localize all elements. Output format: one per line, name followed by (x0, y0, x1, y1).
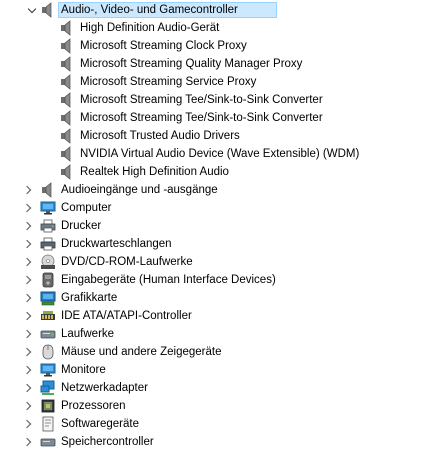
expand-arrow-icon[interactable] (22, 199, 33, 217)
tree-category-hid[interactable]: Eingabegeräte (Human Interface Devices) (0, 271, 439, 289)
tree-category-storage-controllers[interactable]: Speichercontroller (0, 433, 439, 451)
category-label: Mäuse und andere Zeigegeräte (61, 346, 222, 358)
speaker-icon (59, 38, 75, 54)
category-label: Monitore (61, 364, 106, 376)
display-adapter-icon (40, 290, 56, 306)
expand-arrow-icon[interactable] (22, 361, 33, 379)
tree-item-device[interactable]: Microsoft Streaming Quality Manager Prox… (0, 55, 439, 73)
device-label: Realtek High Definition Audio (80, 166, 229, 178)
category-label: Softwaregeräte (61, 418, 139, 430)
expand-arrow-icon[interactable] (22, 271, 33, 289)
speaker-icon (59, 20, 75, 36)
category-label: Audio-, Video- und Gamecontroller (61, 4, 238, 16)
tree-category-audio-inputs-outputs[interactable]: Audioeingänge und -ausgänge (0, 181, 439, 199)
category-label: Computer (61, 202, 112, 214)
device-label: Microsoft Streaming Tee/Sink-to-Sink Con… (80, 112, 323, 124)
tree-category-monitors[interactable]: Monitore (0, 361, 439, 379)
printer-icon (40, 236, 56, 252)
software-device-icon (40, 416, 56, 432)
printer-icon (40, 218, 56, 234)
ide-controller-icon (40, 308, 56, 324)
expand-arrow-icon[interactable] (22, 343, 33, 361)
tree-item-device[interactable]: Microsoft Trusted Audio Drivers (0, 127, 439, 145)
storage-controller-icon (40, 434, 56, 450)
expand-arrow-icon[interactable] (22, 307, 33, 325)
speaker-icon (59, 74, 75, 90)
category-label: Speichercontroller (61, 436, 154, 448)
category-label: Grafikkarte (61, 292, 118, 304)
speaker-icon (59, 128, 75, 144)
speaker-icon (40, 2, 56, 18)
tree-category-software-devices[interactable]: Softwaregeräte (0, 415, 439, 433)
network-adapter-icon (40, 380, 56, 396)
category-label: Druckwarteschlangen (61, 238, 172, 250)
speaker-icon (40, 182, 56, 198)
tree-category-processors[interactable]: Prozessoren (0, 397, 439, 415)
expand-arrow-icon[interactable] (22, 415, 33, 433)
device-label: Microsoft Streaming Tee/Sink-to-Sink Con… (80, 94, 323, 106)
tree-category-audio-video-game[interactable]: Audio-, Video- und Gamecontroller (0, 1, 439, 19)
device-tree: Audio-, Video- und Gamecontroller High D… (0, 0, 439, 448)
tree-category-mice[interactable]: Mäuse und andere Zeigegeräte (0, 343, 439, 361)
category-label: DVD/CD-ROM-Laufwerke (61, 256, 193, 268)
tree-category-printer[interactable]: Drucker (0, 217, 439, 235)
speaker-icon (59, 110, 75, 126)
device-label: Microsoft Trusted Audio Drivers (80, 130, 240, 142)
expand-arrow-icon[interactable] (22, 235, 33, 253)
expand-arrow-icon[interactable] (22, 379, 33, 397)
tree-category-network-adapters[interactable]: Netzwerkadapter (0, 379, 439, 397)
expand-arrow-icon[interactable] (22, 397, 33, 415)
tree-item-device[interactable]: Microsoft Streaming Tee/Sink-to-Sink Con… (0, 109, 439, 127)
expand-arrow-icon[interactable] (22, 181, 33, 199)
tree-item-device[interactable]: Microsoft Streaming Clock Proxy (0, 37, 439, 55)
device-label: NVIDIA Virtual Audio Device (Wave Extens… (80, 148, 360, 160)
tree-category-graphics-card[interactable]: Grafikkarte (0, 289, 439, 307)
hid-icon (40, 272, 56, 288)
category-label: Laufwerke (61, 328, 115, 340)
mouse-icon (40, 344, 56, 360)
expand-arrow-icon[interactable] (22, 289, 33, 307)
tree-item-device[interactable]: Microsoft Streaming Tee/Sink-to-Sink Con… (0, 91, 439, 109)
category-label: Drucker (61, 220, 102, 232)
device-label: Microsoft Streaming Quality Manager Prox… (80, 58, 303, 70)
tree-category-drives[interactable]: Laufwerke (0, 325, 439, 343)
tree-category-print-queues[interactable]: Druckwarteschlangen (0, 235, 439, 253)
category-label: Eingabegeräte (Human Interface Devices) (61, 274, 276, 286)
tree-item-device[interactable]: NVIDIA Virtual Audio Device (Wave Extens… (0, 145, 439, 163)
tree-category-dvd-cd-rom[interactable]: DVD/CD-ROM-Laufwerke (0, 253, 439, 271)
device-label: High Definition Audio-Gerät (80, 22, 220, 34)
speaker-icon (59, 146, 75, 162)
expand-arrow-icon[interactable] (22, 433, 33, 451)
drive-icon (40, 326, 56, 342)
device-label: Microsoft Streaming Clock Proxy (80, 40, 247, 52)
tree-category-computer[interactable]: Computer (0, 199, 439, 217)
tree-item-device[interactable]: Microsoft Streaming Service Proxy (0, 73, 439, 91)
processor-icon (40, 398, 56, 414)
speaker-icon (59, 92, 75, 108)
tree-item-device[interactable]: High Definition Audio-Gerät (0, 19, 439, 37)
tree-item-device[interactable]: Realtek High Definition Audio (0, 163, 439, 181)
disc-drive-icon (40, 254, 56, 270)
tree-category-ide-controller[interactable]: IDE ATA/ATAPI-Controller (0, 307, 439, 325)
expand-arrow-icon[interactable] (22, 217, 33, 235)
monitor-icon (40, 200, 56, 216)
category-label: Audioeingänge und -ausgänge (61, 184, 218, 196)
category-label: Netzwerkadapter (61, 382, 148, 394)
expand-arrow-icon[interactable] (22, 253, 33, 271)
category-label: IDE ATA/ATAPI-Controller (61, 310, 192, 322)
device-label: Microsoft Streaming Service Proxy (80, 76, 257, 88)
category-label: Prozessoren (61, 400, 126, 412)
speaker-icon (59, 56, 75, 72)
collapse-arrow-icon[interactable] (27, 1, 37, 19)
expand-arrow-icon[interactable] (22, 325, 33, 343)
speaker-icon (59, 164, 75, 180)
monitor-icon (40, 362, 56, 378)
